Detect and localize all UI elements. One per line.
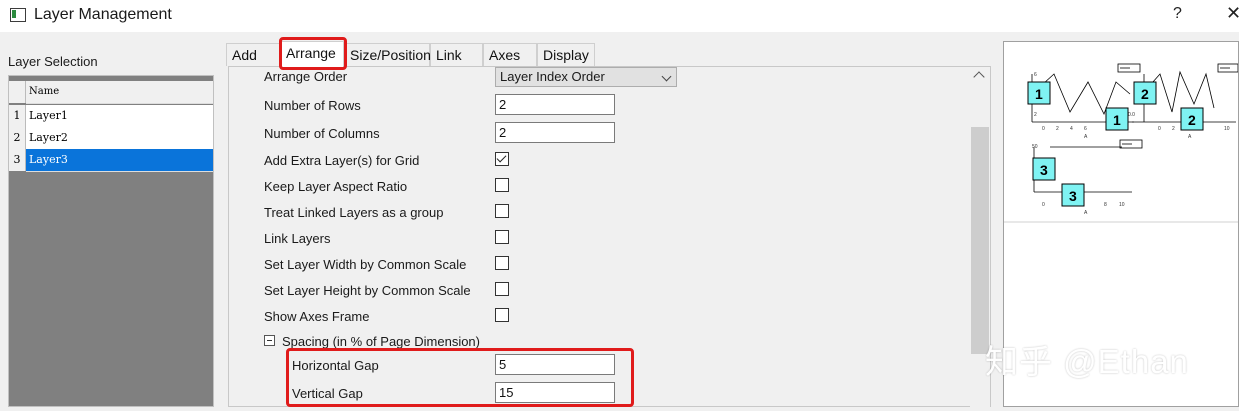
layer-row-1[interactable]: 1 Layer1 (9, 105, 213, 128)
rows-input[interactable]: 2 (495, 94, 615, 115)
close-button[interactable]: ✕ (1226, 3, 1239, 24)
tick-label: 0 (1042, 126, 1045, 132)
layer-list-header: Name (9, 81, 213, 104)
tick-label: 10 (1224, 126, 1230, 132)
preview-layer-boxes: 1 2 3 1 2 3 (1027, 81, 1204, 207)
window-title: Layer Management (34, 6, 172, 23)
arrange-order-select[interactable]: Layer Index Order (495, 67, 677, 87)
tick-label: 2 (1034, 112, 1037, 118)
axis-title: A (1188, 134, 1192, 140)
chevron-down-icon (661, 71, 672, 82)
tick-label: 4 (1070, 126, 1073, 132)
tick-label: 6 (1084, 126, 1087, 132)
layer-box-label: 2 (1141, 86, 1149, 102)
columns-label: Number of Columns (264, 126, 380, 141)
tab-display[interactable]: Display (537, 43, 595, 66)
layer-selection-list[interactable]: Name 1 Layer1 2 Layer2 3 Layer3 (8, 75, 214, 407)
show-axes-frame-label: Show Axes Frame (264, 309, 370, 324)
gap-fields-highlight (286, 348, 634, 407)
layer-selection-label: Layer Selection (8, 54, 98, 69)
row-number: 3 (9, 149, 26, 171)
tab-add[interactable]: Add (226, 43, 280, 66)
layer-box-label: 3 (1040, 162, 1048, 178)
tick-label: 2 (1056, 126, 1059, 132)
common-width-checkbox[interactable] (495, 256, 509, 270)
axis-title: A (1084, 134, 1088, 140)
preview-axis-titles: A A A (1084, 134, 1192, 216)
add-extra-layers-checkbox[interactable] (495, 152, 509, 166)
title-bar: Layer Management ? ✕ (0, 0, 1239, 32)
rows-label: Number of Rows (264, 98, 361, 113)
tick-label: 50 (1032, 144, 1038, 150)
tick-label: 0 (1158, 126, 1161, 132)
keep-aspect-ratio-label: Keep Layer Aspect Ratio (264, 179, 408, 194)
arrange-order-label: Arrange Order (264, 69, 348, 84)
layer-name: Layer3 (26, 149, 213, 172)
row-number-header (9, 81, 26, 103)
tab-link[interactable]: Link (430, 43, 483, 66)
scroll-thumb[interactable] (971, 127, 989, 354)
tick-label: 0 (1042, 202, 1045, 208)
tick-label: 10 (1119, 202, 1125, 208)
scroll-up-icon[interactable] (973, 71, 985, 83)
layer-box-label: 2 (1188, 112, 1196, 128)
common-height-label: Set Layer Height by Common Scale (264, 283, 471, 298)
app-icon (10, 8, 26, 22)
spacing-section-label: Spacing (in % of Page Dimension) (282, 334, 480, 349)
layer-row-3[interactable]: 3 Layer3 (9, 149, 213, 172)
arrange-tab-highlight (279, 37, 347, 70)
treat-linked-layers-label: Treat Linked Layers as a group (264, 205, 444, 220)
arrange-order-value: Layer Index Order (500, 69, 605, 84)
layer-name: Layer2 (26, 127, 213, 150)
tab-axes[interactable]: Axes (483, 43, 537, 66)
watermark: 知乎 @Ethan (985, 343, 1189, 380)
name-column-header: Name (26, 81, 213, 104)
layer-box-label: 1 (1035, 86, 1043, 102)
treat-linked-layers-checkbox[interactable] (495, 204, 509, 218)
layer-box-label: 3 (1069, 188, 1077, 204)
layer-box-label: 1 (1113, 112, 1121, 128)
add-extra-layers-label: Add Extra Layer(s) for Grid (264, 153, 420, 168)
tick-label: 6 (1034, 72, 1037, 78)
link-layers-label: Link Layers (264, 231, 331, 246)
tick-label: 8 (1104, 202, 1107, 208)
row-number: 2 (9, 127, 26, 149)
collapse-icon[interactable] (264, 335, 275, 346)
show-axes-frame-checkbox[interactable] (495, 308, 509, 322)
columns-input[interactable]: 2 (495, 122, 615, 143)
row-number: 1 (9, 105, 26, 127)
keep-aspect-ratio-checkbox[interactable] (495, 178, 509, 192)
common-width-label: Set Layer Width by Common Scale (264, 257, 467, 272)
axis-title: A (1084, 210, 1088, 216)
checkmark-icon (496, 152, 507, 163)
tick-label: 0.0 (1128, 112, 1135, 118)
tick-label: 2 (1172, 126, 1175, 132)
link-layers-checkbox[interactable] (495, 230, 509, 244)
common-height-checkbox[interactable] (495, 282, 509, 296)
tab-size-position[interactable]: Size/Position (344, 43, 431, 66)
help-button[interactable]: ? (1173, 5, 1182, 23)
layer-name: Layer1 (26, 105, 213, 128)
layer-row-2[interactable]: 2 Layer2 (9, 127, 213, 150)
